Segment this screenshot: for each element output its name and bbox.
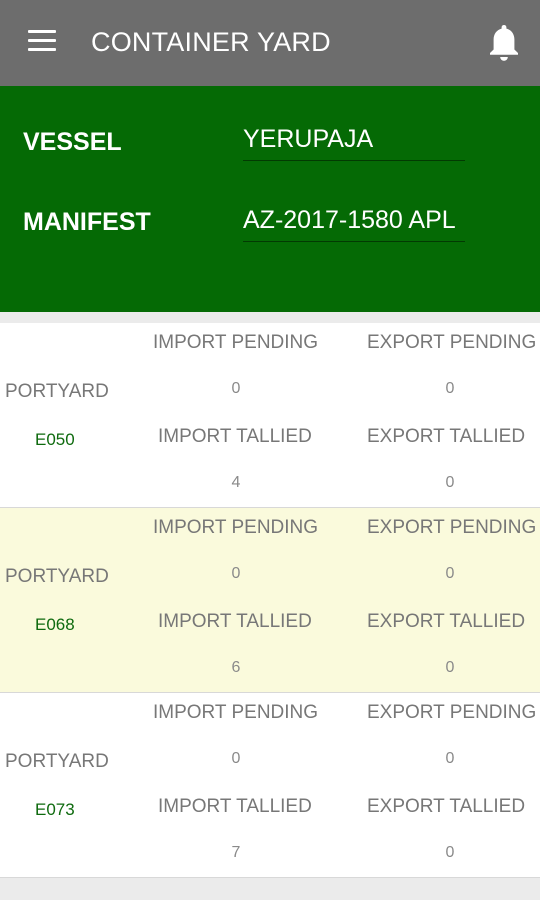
- export-tallied-label: EXPORT TALLIED: [367, 611, 526, 632]
- import-pending-value: 0: [231, 565, 241, 582]
- import-pending-value: 0: [231, 380, 241, 397]
- export-pending-value: 0: [445, 750, 455, 767]
- portyard-label: PORTYARD: [5, 566, 109, 587]
- hamburger-menu-icon[interactable]: [28, 30, 56, 52]
- vessel-field[interactable]: [243, 118, 465, 161]
- vessel-header: VESSEL MANIFEST: [0, 86, 540, 312]
- portyard-code[interactable]: E050: [35, 430, 75, 450]
- import-tallied-label: IMPORT TALLIED: [158, 796, 312, 817]
- export-tallied-value: 0: [445, 659, 455, 676]
- import-tallied-label: IMPORT TALLIED: [158, 426, 312, 447]
- import-pending-value: 0: [231, 750, 241, 767]
- portyard-code[interactable]: E073: [35, 800, 75, 820]
- manifest-label: MANIFEST: [23, 208, 151, 236]
- import-pending-label: IMPORT PENDING: [153, 517, 319, 538]
- export-pending-label: EXPORT PENDING: [367, 332, 537, 353]
- manifest-field[interactable]: [243, 199, 465, 242]
- yard-list: PORTYARD E050 IMPORT PENDING 0 EXPORT PE…: [0, 323, 540, 878]
- export-tallied-label: EXPORT TALLIED: [367, 796, 526, 817]
- export-tallied-label: EXPORT TALLIED: [367, 426, 526, 447]
- yard-card-e068[interactable]: PORTYARD E068 IMPORT PENDING 0 EXPORT PE…: [0, 508, 540, 693]
- export-pending-label: EXPORT PENDING: [367, 517, 537, 538]
- yard-card-e073[interactable]: PORTYARD E073 IMPORT PENDING 0 EXPORT PE…: [0, 693, 540, 878]
- app-bar: CONTAINER YARD: [0, 0, 540, 86]
- portyard-label: PORTYARD: [5, 751, 109, 772]
- export-pending-value: 0: [445, 565, 455, 582]
- import-tallied-value: 7: [231, 844, 241, 861]
- export-pending-value: 0: [445, 380, 455, 397]
- export-tallied-value: 0: [445, 474, 455, 491]
- yard-card-e050[interactable]: PORTYARD E050 IMPORT PENDING 0 EXPORT PE…: [0, 323, 540, 508]
- bell-icon[interactable]: [487, 22, 521, 64]
- import-pending-label: IMPORT PENDING: [153, 332, 319, 353]
- export-pending-label: EXPORT PENDING: [367, 702, 537, 723]
- export-tallied-value: 0: [445, 844, 455, 861]
- portyard-code[interactable]: E068: [35, 615, 75, 635]
- portyard-label: PORTYARD: [5, 381, 109, 402]
- app-title: CONTAINER YARD: [91, 27, 331, 57]
- import-tallied-value: 4: [231, 474, 241, 491]
- import-tallied-label: IMPORT TALLIED: [158, 611, 312, 632]
- vessel-label: VESSEL: [23, 128, 122, 156]
- import-tallied-value: 6: [231, 659, 241, 676]
- import-pending-label: IMPORT PENDING: [153, 702, 319, 723]
